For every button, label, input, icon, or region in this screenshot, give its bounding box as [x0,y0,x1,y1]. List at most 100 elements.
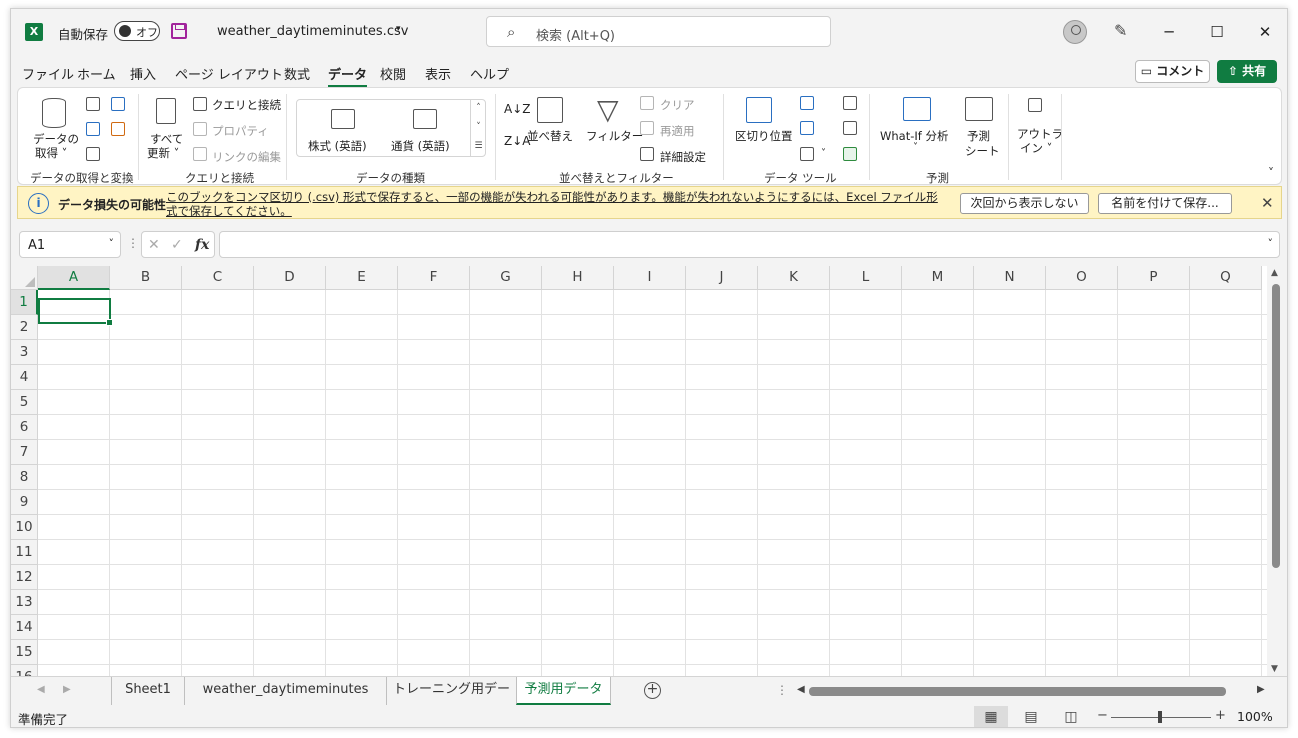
zoom-in-icon[interactable]: + [1215,708,1226,723]
insert-function-icon[interactable]: fx [195,237,209,253]
remove-duplicates-icon[interactable] [800,121,814,135]
existing-connections-icon[interactable] [111,122,125,136]
gallery-down-icon[interactable]: ˅ [471,118,486,137]
row-header[interactable]: 7 [11,440,38,465]
zoom-slider-thumb[interactable] [1158,711,1162,723]
zoom-level[interactable]: 100% [1237,709,1273,724]
get-data-icon[interactable] [42,98,66,128]
row-header[interactable]: 3 [11,340,38,365]
next-sheet-icon[interactable]: ▶ [63,684,71,695]
menu-view[interactable]: 表示 [425,64,451,83]
data-validation-icon[interactable] [800,147,814,161]
what-if-caret-icon[interactable]: ˅ [913,142,918,153]
share-button[interactable]: ⇧ 共有 [1217,60,1277,83]
menu-data[interactable]: データ [328,64,368,87]
menu-formulas[interactable]: 数式 [284,64,310,83]
account-avatar[interactable] [1063,20,1087,44]
expand-formula-bar-icon[interactable]: ˅ [1268,237,1274,250]
horizontal-scroll-thumb[interactable] [809,687,1226,696]
advanced-label[interactable]: 詳細設定 [660,149,706,165]
scroll-down-icon[interactable]: ▼ [1271,664,1278,674]
menu-insert[interactable]: 挿入 [130,64,156,83]
sheet-tab[interactable]: weather_daytimeminutes [184,677,386,705]
column-header[interactable]: L [830,266,902,290]
forecast-sheet-label-1[interactable]: 予測 [967,128,990,144]
column-header[interactable]: P [1118,266,1190,290]
queries-connections-label[interactable]: クエリと接続 [212,97,281,113]
row-header[interactable]: 6 [11,415,38,440]
stocks-label[interactable]: 株式 (英語) [308,138,367,154]
info-close-icon[interactable]: ✕ [1261,194,1274,212]
row-header[interactable]: 14 [11,615,38,640]
dont-show-again-button[interactable]: 次回から表示しない [960,193,1089,214]
row-header[interactable]: 9 [11,490,38,515]
column-header[interactable]: N [974,266,1046,290]
tab-split-handle-icon[interactable]: ⋮ [776,683,788,697]
formula-bar-handle-icon[interactable]: ⋮ [127,236,139,250]
currencies-label[interactable]: 通貨 (英語) [391,138,450,154]
row-header[interactable]: 11 [11,540,38,565]
save-as-button[interactable]: 名前を付けて保存... [1098,193,1232,214]
gallery-up-icon[interactable]: ˄ [471,99,486,118]
data-model-icon[interactable] [843,147,857,161]
column-header[interactable]: D [254,266,326,290]
row-header[interactable]: 16 [11,665,38,676]
outline-icon[interactable] [1028,98,1042,112]
prev-sheet-icon[interactable]: ◀ [37,684,45,695]
cell-area[interactable] [38,290,1267,676]
document-title-caret-icon[interactable]: ▾ [396,24,401,34]
currencies-icon[interactable] [413,109,437,129]
advanced-filter-icon[interactable] [640,147,654,161]
sort-az-icon[interactable]: A↓Z [504,102,530,116]
info-message-link[interactable]: このブックをコンマ区切り (.csv) 形式で保存すると、一部の機能が失われる可… [166,190,946,218]
row-header[interactable]: 8 [11,465,38,490]
data-validation-caret-icon[interactable]: ˅ [821,148,826,159]
menu-file[interactable]: ファイル [22,64,74,83]
vertical-scrollbar[interactable]: ▲ ▼ [1269,268,1283,676]
column-header[interactable]: K [758,266,830,290]
gallery-scroll[interactable]: ˄ ˅ ☰ [470,99,486,157]
vertical-scroll-thumb[interactable] [1272,284,1280,568]
gallery-more-icon[interactable]: ☰ [471,137,486,156]
filter-icon[interactable]: ▽ [597,93,619,126]
from-web-icon[interactable] [86,122,100,136]
column-header[interactable]: J [686,266,758,290]
consolidate-icon[interactable] [843,96,857,110]
column-header[interactable]: I [614,266,686,290]
row-header[interactable]: 4 [11,365,38,390]
add-sheet-icon[interactable]: + [644,682,661,699]
menu-home[interactable]: ホーム [77,64,116,83]
column-header[interactable]: H [542,266,614,290]
worksheet-grid[interactable]: ABCDEFGHIJKLMNOPQ 1234567891011121314151… [11,266,1267,676]
from-table-icon[interactable] [86,147,100,161]
sort-icon[interactable] [537,97,563,123]
save-icon[interactable] [171,23,187,39]
close-button[interactable]: ✕ [1250,17,1280,47]
maximize-button[interactable]: ☐ [1202,17,1232,47]
flash-fill-icon[interactable] [800,96,814,110]
row-header[interactable]: 5 [11,390,38,415]
sheet-tab[interactable]: Sheet1 [111,677,184,705]
row-header[interactable]: 15 [11,640,38,665]
queries-connections-icon[interactable] [193,97,207,111]
scroll-right-icon[interactable]: ▶ [1257,684,1265,695]
row-header[interactable]: 2 [11,315,38,340]
column-header[interactable]: Q [1190,266,1262,290]
name-box-dropdown-icon[interactable]: ˅ [109,237,115,250]
sort-label[interactable]: 並べ替え [527,128,573,144]
designer-pen-icon[interactable]: ✎ [1114,21,1127,40]
normal-view-icon[interactable]: ▦ [974,706,1008,727]
name-box[interactable]: A1 ˅ [19,231,121,258]
search-box[interactable]: ⌕ 検索 (Alt+Q) [486,16,831,47]
ribbon-collapse-icon[interactable]: ˅ [1268,166,1274,180]
stocks-bank-icon[interactable] [331,109,355,129]
column-header[interactable]: B [110,266,182,290]
comment-button[interactable]: ▭ コメント [1135,60,1210,83]
column-header[interactable]: E [326,266,398,290]
column-header[interactable]: A [38,266,110,290]
outline-label-2[interactable]: イン ˅ [1020,140,1052,156]
get-data-label-2[interactable]: 取得 ˅ [35,145,67,161]
zoom-out-icon[interactable]: − [1097,708,1108,723]
refresh-all-icon[interactable] [156,98,176,124]
sheet-tab-active[interactable]: 予測用データ [516,677,611,705]
